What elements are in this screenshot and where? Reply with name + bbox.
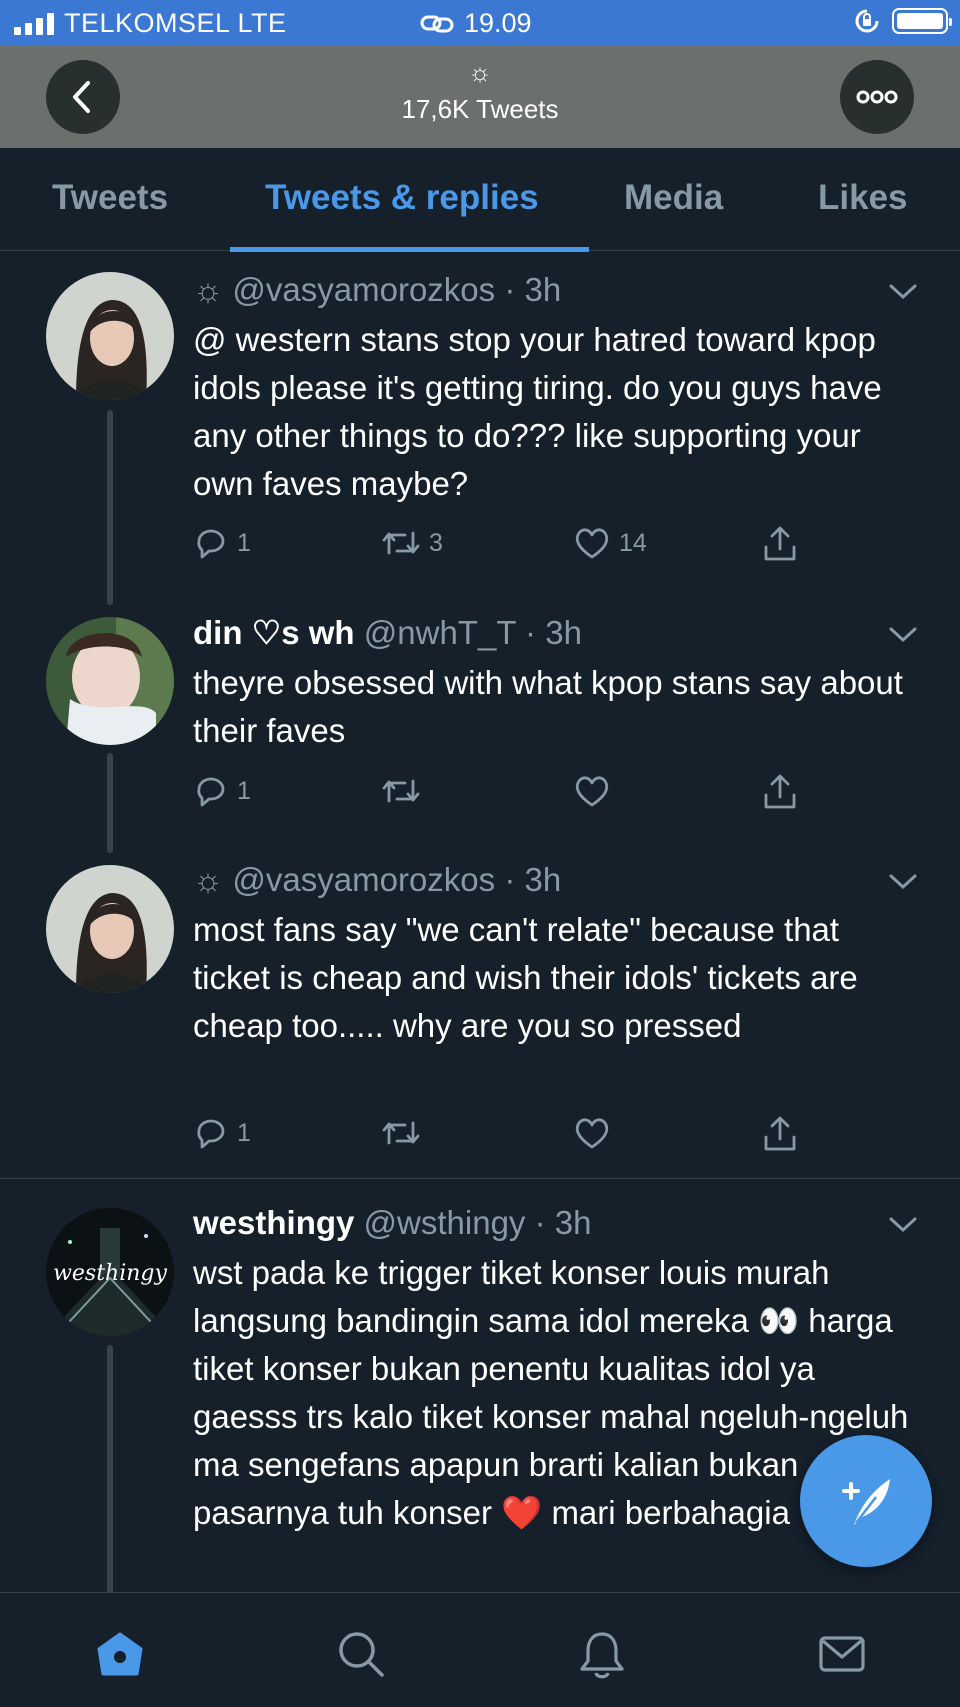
tweet-actions: 1	[193, 773, 796, 813]
bottom-nav	[0, 1592, 960, 1707]
home-icon[interactable]	[95, 1629, 145, 1679]
avatar-text: westhingy	[53, 1261, 167, 1286]
tweet-divider	[0, 1178, 960, 1179]
reply-button[interactable]: 1	[193, 525, 251, 561]
like-button[interactable]: 14	[573, 525, 647, 561]
retweet-count: 3	[429, 528, 443, 557]
share-icon	[764, 1116, 796, 1151]
separator: ·	[504, 861, 516, 898]
header-title: ☼ 17,6K Tweets	[0, 58, 960, 125]
tweet-actions: 1	[193, 1115, 796, 1155]
reply-count: 1	[237, 776, 251, 805]
share-icon	[764, 526, 796, 561]
thread-line	[107, 753, 113, 853]
tweet-handle[interactable]: @vasyamorozkos	[232, 271, 495, 308]
share-button[interactable]	[761, 1115, 799, 1153]
tweet-time: 3h	[545, 614, 582, 651]
status-center: 19.09	[420, 8, 532, 39]
retweet-button[interactable]: 3	[381, 525, 443, 561]
separator: ·	[504, 271, 516, 308]
more-button[interactable]	[840, 60, 914, 134]
more-icon	[856, 90, 898, 104]
retweet-icon	[382, 1121, 420, 1145]
compose-icon	[842, 1479, 890, 1525]
tweet-time: 3h	[554, 1204, 592, 1241]
mail-icon[interactable]	[817, 1629, 867, 1679]
like-button[interactable]	[573, 1115, 611, 1151]
reply-count: 1	[237, 528, 251, 557]
tweet-body: ☼ @vasyamorozkos · 3h @ western stans st…	[193, 270, 920, 508]
like-count: 14	[619, 528, 647, 557]
tweet-header: ☼ @vasyamorozkos · 3h	[193, 860, 920, 900]
retweet-icon	[382, 779, 420, 803]
sun-icon: ☼	[468, 57, 492, 87]
bell-icon[interactable]	[577, 1629, 627, 1679]
display-name[interactable]: din ♡s wh	[193, 614, 355, 651]
separator: ·	[525, 614, 537, 651]
heart-icon	[575, 528, 609, 559]
avatar[interactable]	[46, 272, 174, 400]
clock: 19.09	[464, 8, 532, 38]
profile-tabs: Tweets Tweets & replies Media Likes	[0, 148, 960, 252]
heart-icon	[575, 776, 609, 807]
retweet-button[interactable]	[381, 1115, 421, 1151]
tweet-header: din ♡s wh @nwhT_T · 3h	[193, 613, 920, 653]
tab-tweets[interactable]: Tweets	[52, 178, 168, 218]
separator: ·	[534, 1204, 546, 1241]
reply-icon	[197, 529, 225, 559]
signal-icon	[14, 11, 54, 35]
tweet-body: ☼ @vasyamorozkos · 3h most fans say "we …	[193, 860, 920, 1050]
search-icon[interactable]	[336, 1629, 386, 1679]
status-right	[854, 8, 952, 34]
reply-button[interactable]: 1	[193, 1115, 251, 1151]
link-icon	[420, 15, 454, 32]
tweet-body: din ♡s wh @nwhT_T · 3h theyre obsessed w…	[193, 613, 920, 755]
avatar[interactable]: westhingy	[46, 1208, 174, 1336]
chevron-down-icon[interactable]	[888, 625, 918, 645]
chevron-down-icon[interactable]	[888, 1215, 918, 1235]
battery-icon	[892, 8, 952, 34]
tweet-text: theyre obsessed with what kpop stans say…	[193, 664, 903, 749]
tweet-time: 3h	[524, 271, 562, 308]
share-icon	[764, 774, 796, 809]
chevron-down-icon[interactable]	[888, 872, 918, 892]
tweet-text: @ western stans stop your hatred toward …	[193, 321, 882, 502]
tweet-header: ☼ @vasyamorozkos · 3h	[193, 270, 920, 310]
tab-likes[interactable]: Likes	[818, 178, 908, 218]
tweet-time: 3h	[524, 861, 562, 898]
sun-icon: ☼	[193, 861, 224, 898]
retweet-icon	[382, 531, 420, 555]
reply-count: 1	[237, 1118, 251, 1147]
share-button[interactable]	[761, 525, 799, 563]
tweet-handle[interactable]: @nwhT_T	[364, 614, 516, 651]
chevron-down-icon[interactable]	[888, 282, 918, 302]
avatar[interactable]	[46, 865, 174, 993]
retweet-button[interactable]	[381, 773, 421, 809]
reply-button[interactable]: 1	[193, 773, 251, 809]
share-button[interactable]	[761, 773, 799, 811]
tweet-handle[interactable]: @wsthingy	[364, 1204, 526, 1241]
reply-icon	[197, 1119, 225, 1149]
profile-header: ☼ 17,6K Tweets	[0, 46, 960, 148]
like-button[interactable]	[573, 773, 611, 809]
heart-icon	[575, 1118, 609, 1149]
thread-line	[107, 1345, 113, 1595]
status-bar: TELKOMSEL LTE 19.09	[0, 0, 960, 46]
avatar[interactable]	[46, 617, 174, 745]
display-name[interactable]: westhingy	[193, 1204, 354, 1241]
sun-icon: ☼	[193, 271, 224, 308]
thread-line	[107, 410, 113, 605]
active-tab-indicator	[230, 247, 589, 252]
tweet-header: westhingy @wsthingy · 3h	[193, 1203, 920, 1243]
tweet-text: most fans say "we can't relate" because …	[193, 911, 858, 1044]
carrier-label: TELKOMSEL LTE	[64, 8, 287, 38]
tweet-count: 17,6K Tweets	[401, 94, 559, 124]
tab-media[interactable]: Media	[624, 178, 723, 218]
tab-tweets-replies[interactable]: Tweets & replies	[265, 178, 539, 218]
compose-tweet-button[interactable]	[800, 1435, 932, 1567]
tweet-handle[interactable]: @vasyamorozkos	[232, 861, 495, 898]
rotation-lock-icon	[855, 9, 879, 33]
reply-icon	[197, 777, 225, 807]
tweet-actions: 1 3 14	[193, 525, 796, 565]
